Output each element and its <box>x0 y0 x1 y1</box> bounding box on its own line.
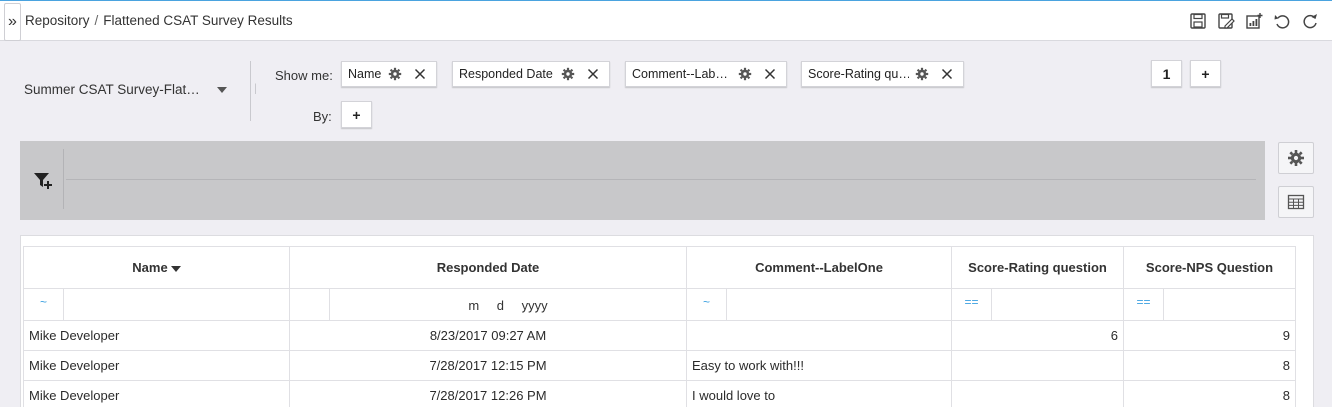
by-label: By: <box>313 109 332 124</box>
refresh-icon[interactable] <box>1300 11 1320 31</box>
save-icon[interactable] <box>1188 11 1208 31</box>
table-row[interactable]: Mike Developer 7/28/2017 12:15 PM Easy t… <box>23 350 1296 381</box>
column-header-label: Name <box>132 260 168 275</box>
column-header-comment[interactable]: Comment--LabelOne <box>686 246 952 289</box>
column-header-responded-date[interactable]: Responded Date <box>289 246 687 289</box>
filter-comment: ~ <box>686 288 952 321</box>
cell-name: Mike Developer <box>23 380 290 407</box>
cell-name: Mike Developer <box>23 350 290 381</box>
column-header-score-nps[interactable]: Score-NPS Question <box>1123 246 1296 289</box>
filter-score-nps: == <box>1123 288 1296 321</box>
chevron-down-icon <box>217 87 227 93</box>
report-selector[interactable]: Summer CSAT Survey-Flat… <box>24 82 234 97</box>
chip-label: Responded Date <box>459 67 553 81</box>
cell-score-nps: 9 <box>1123 320 1296 351</box>
add-by-field-button[interactable]: + <box>341 101 372 128</box>
close-icon[interactable] <box>414 68 426 80</box>
cell-comment <box>686 320 952 351</box>
filter-name: ~ <box>23 288 290 321</box>
filter-operator[interactable]: == <box>1125 289 1164 320</box>
cell-score-rating <box>951 380 1124 407</box>
filter-score-rating: == <box>951 288 1124 321</box>
add-filter-icon[interactable] <box>32 169 54 191</box>
show-me-chip-responded-date[interactable]: Responded Date <box>452 61 610 87</box>
add-chart-icon[interactable] <box>1244 11 1264 31</box>
top-bar: » Repository / Flattened CSAT Survey Resul… <box>0 0 1332 41</box>
filter-bar-rule <box>66 179 1256 180</box>
header-row: Name Responded Date Comment--LabelOne Sc… <box>23 246 1296 289</box>
chip-label: Name <box>348 67 382 81</box>
show-me-label: Show me: <box>275 68 333 83</box>
filter-operator[interactable] <box>291 289 330 320</box>
gear-icon[interactable] <box>561 67 575 81</box>
cell-score-nps: 8 <box>1123 350 1296 381</box>
cell-score-rating: 6 <box>951 320 1124 351</box>
grid-settings-button[interactable] <box>1278 142 1314 174</box>
table-row[interactable]: Mike Developer 8/23/2017 09:27 AM 6 9 <box>23 320 1296 351</box>
filter-responded-date: m d yyyy <box>289 288 687 321</box>
filter-operator[interactable]: ~ <box>25 289 64 320</box>
table-row[interactable]: Mike Developer 7/28/2017 12:26 PM I woul… <box>23 380 1296 407</box>
gear-icon[interactable] <box>388 67 402 81</box>
breadcrumb-current: Flattened CSAT Survey Results <box>103 13 293 28</box>
cell-responded-date: 7/28/2017 12:15 PM <box>289 350 687 381</box>
close-icon[interactable] <box>764 68 776 80</box>
cell-comment: I would love to <box>686 380 952 407</box>
chip-label: Score-Rating qu… <box>808 67 909 81</box>
breadcrumb-repository-link[interactable]: Repository <box>25 13 90 28</box>
cell-name: Mike Developer <box>23 320 290 351</box>
cell-score-nps: 8 <box>1123 380 1296 407</box>
date-filter-input[interactable]: m d yyyy <box>330 296 686 313</box>
show-me-chip-name[interactable]: Name <box>341 61 437 87</box>
column-header-score-rating[interactable]: Score-Rating question <box>951 246 1124 289</box>
save-as-icon[interactable] <box>1216 11 1236 31</box>
table-icon <box>1287 194 1305 210</box>
column-header-name[interactable]: Name <box>23 246 290 289</box>
close-icon[interactable] <box>587 68 599 80</box>
expand-panel-button[interactable]: » <box>4 3 21 41</box>
group-count-button[interactable]: 1 <box>1151 60 1182 87</box>
gear-icon[interactable] <box>738 67 752 81</box>
breadcrumb: Repository / Flattened CSAT Survey Results <box>25 13 293 28</box>
results-grid: Name Responded Date Comment--LabelOne Sc… <box>20 235 1314 407</box>
close-icon[interactable] <box>941 68 953 80</box>
add-group-button[interactable]: + <box>1190 60 1221 87</box>
sort-descending-icon <box>170 265 181 272</box>
filter-bar-divider <box>63 149 64 209</box>
chip-label: Comment--Lab… <box>632 67 728 81</box>
show-me-chip-comment[interactable]: Comment--Lab… <box>625 61 787 87</box>
gear-icon[interactable] <box>915 67 929 81</box>
report-selector-value: Summer CSAT Survey-Flat… <box>24 82 200 97</box>
cell-comment: Easy to work with!!! <box>686 350 952 381</box>
filter-operator[interactable]: ~ <box>688 289 727 320</box>
results-table: Name Responded Date Comment--LabelOne Sc… <box>23 246 1296 407</box>
section-divider <box>250 61 251 121</box>
report-actions <box>1188 11 1320 31</box>
show-me-chip-score-rating[interactable]: Score-Rating qu… <box>801 61 964 87</box>
filter-operator[interactable]: == <box>953 289 992 320</box>
column-filter-row: ~ m d yyyy ~ == == <box>23 288 1296 321</box>
cell-score-rating <box>951 350 1124 381</box>
breadcrumb-separator: / <box>94 13 99 28</box>
filter-bar <box>20 141 1265 220</box>
cell-responded-date: 8/23/2017 09:27 AM <box>289 320 687 351</box>
undo-icon[interactable] <box>1272 11 1292 31</box>
cell-responded-date: 7/28/2017 12:26 PM <box>289 380 687 407</box>
table-view-button[interactable] <box>1278 186 1314 218</box>
gear-icon <box>1288 150 1304 166</box>
